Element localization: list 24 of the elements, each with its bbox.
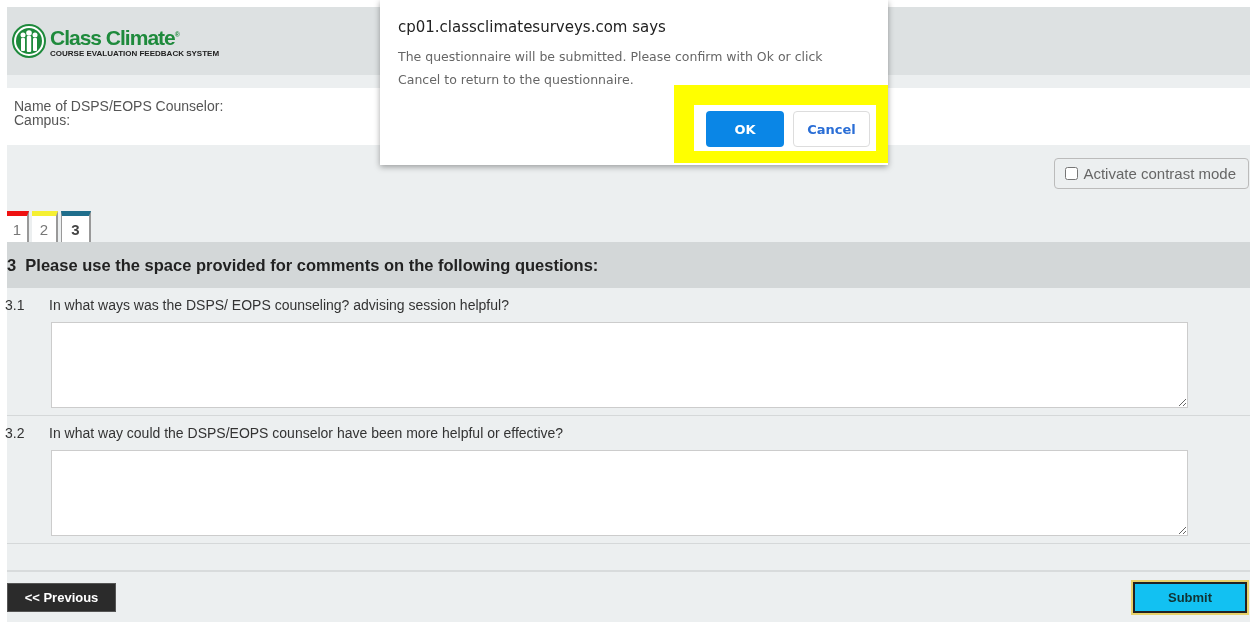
page-tab[interactable]: 3 bbox=[61, 211, 91, 242]
page-tab[interactable]: 2 bbox=[32, 211, 58, 242]
submit-button[interactable]: Submit bbox=[1133, 581, 1247, 613]
ok-button[interactable]: OK bbox=[706, 111, 784, 147]
question-number: 3.1 bbox=[5, 297, 26, 313]
previous-button[interactable]: << Previous bbox=[7, 582, 116, 612]
info-label: Campus: bbox=[14, 113, 72, 127]
section-heading: 3 Please use the space provided for comments on the following questions: bbox=[7, 242, 1250, 288]
logo-tagline: COURSE EVALUATION FEEDBACK SYSTEM bbox=[50, 49, 220, 58]
question-text: In what way could the DSPS/EOPS counselor have been more helpful or effective? bbox=[49, 425, 564, 441]
logo-icon bbox=[12, 24, 46, 58]
cancel-button[interactable]: Cancel bbox=[793, 111, 870, 147]
answer-box[interactable] bbox=[51, 450, 1188, 536]
answer-box[interactable] bbox=[51, 322, 1188, 408]
question-number: 3.2 bbox=[5, 425, 26, 441]
checkbox-label: Activate contrast mode bbox=[1083, 165, 1236, 182]
contrast-mode-toggle[interactable]: Activate contrast mode bbox=[1054, 158, 1249, 189]
page-tab[interactable]: 1 bbox=[7, 211, 29, 242]
dialog-message: The questionnaire will be submitted. Please confirm with Ok or click Cancel to return to the questionnaire. bbox=[398, 48, 824, 89]
checkbox[interactable] bbox=[1065, 167, 1079, 180]
dialog-title: cp01.classclimatesurveys.com says bbox=[398, 18, 667, 36]
question-text: In what ways was the DSPS/ EOPS counseling? advising session helpful? bbox=[49, 297, 509, 313]
info-label: Name of DSPS/EOPS Counselor: bbox=[14, 99, 225, 113]
logo-text: Class Climate$^{®}$ bbox=[50, 25, 181, 49]
